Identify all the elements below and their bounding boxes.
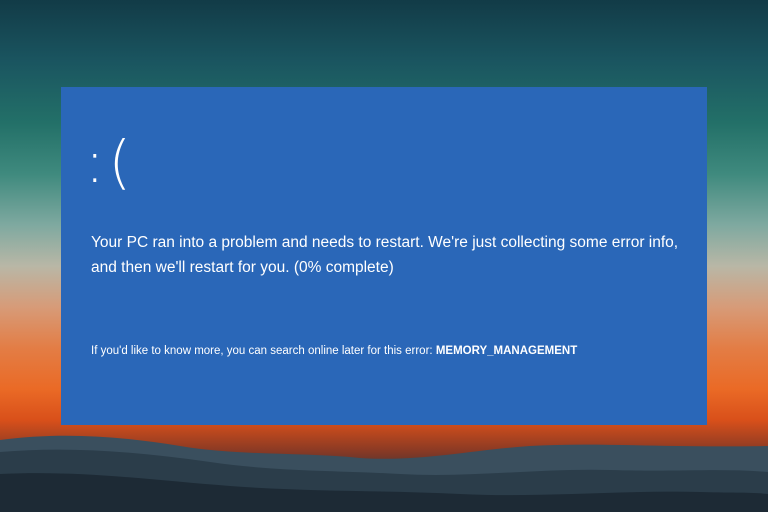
stop-code: MEMORY_MANAGEMENT [435, 345, 578, 357]
more-info-line: If you'd like to know more, you can sear… [91, 343, 691, 359]
more-info-text: If you'd like to know more, you can sear… [91, 345, 436, 357]
error-message: Your PC ran into a problem and needs to … [91, 234, 679, 276]
sad-face-emoticon: :( [85, 128, 136, 196]
blue-screen-panel: :( Your PC ran into a problem and needs … [61, 87, 707, 425]
